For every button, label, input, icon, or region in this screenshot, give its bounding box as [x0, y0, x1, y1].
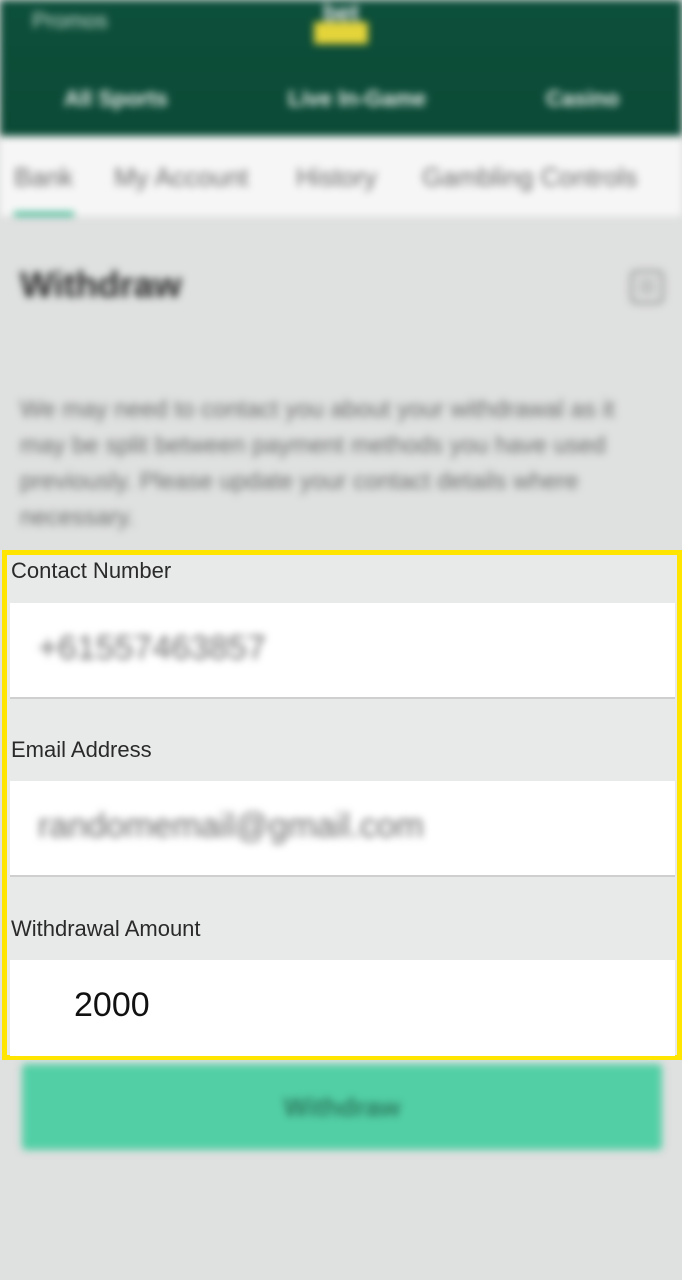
brand-logo[interactable]: bet: [312, 0, 370, 46]
contact-number-value: +61557463857: [38, 629, 266, 667]
withdrawal-amount-value: 2000: [74, 986, 150, 1024]
email-field[interactable]: randomemail@gmail.com: [10, 781, 675, 877]
withdrawal-amount-field[interactable]: 2000: [10, 960, 675, 1056]
menu-icon[interactable]: [630, 270, 664, 304]
email-value: randomemail@gmail.com: [38, 807, 424, 845]
contact-info-text: We may need to contact you about your wi…: [20, 396, 615, 531]
logo-bar: [314, 22, 368, 44]
nav-live-in-game[interactable]: Live In-Game: [288, 86, 426, 112]
account-tab-bar: Bank My Account History Gambling Control…: [0, 136, 682, 216]
withdrawal-amount-label: Withdrawal Amount: [11, 916, 201, 941]
withdraw-button[interactable]: Withdraw: [22, 1064, 662, 1150]
page-title: Withdraw: [20, 264, 182, 305]
contact-number-field[interactable]: +61557463857: [10, 603, 675, 699]
active-tab-indicator: [14, 212, 74, 216]
email-address-label: Email Address: [11, 737, 152, 762]
tab-my-account[interactable]: My Account: [114, 162, 248, 193]
logo-text: bet: [323, 0, 359, 27]
highlighted-form-region: Contact Number +61557463857 Email Addres…: [2, 550, 682, 1060]
tab-bank[interactable]: Bank: [14, 162, 73, 193]
tab-gambling-controls[interactable]: Gambling Controls: [422, 162, 637, 193]
withdraw-page: Promos bet All Sports Live In-Game Casin…: [0, 0, 682, 1280]
contact-number-label: Contact Number: [11, 558, 172, 583]
promos-link[interactable]: Promos: [32, 8, 108, 34]
tab-history[interactable]: History: [296, 162, 377, 193]
nav-casino[interactable]: Casino: [546, 86, 619, 112]
top-header: Promos bet All Sports Live In-Game Casin…: [0, 0, 682, 136]
nav-all-sports[interactable]: All Sports: [64, 86, 168, 112]
